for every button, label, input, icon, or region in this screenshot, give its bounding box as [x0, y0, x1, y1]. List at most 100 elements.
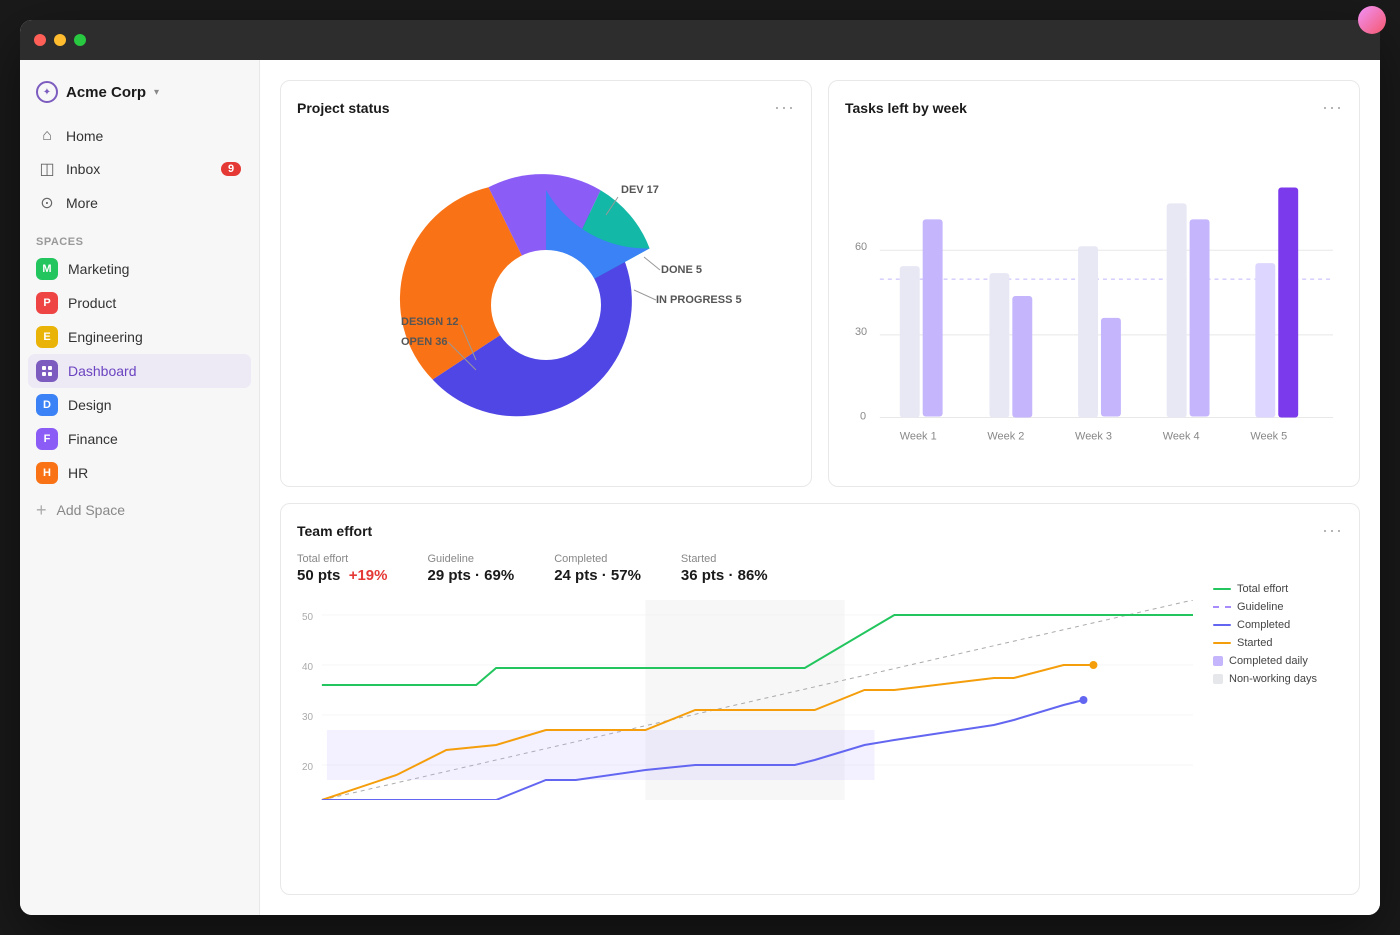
more-icon: ⊙ — [38, 193, 56, 213]
bar-w1-2 — [923, 219, 943, 416]
inbox-badge: 9 — [221, 162, 241, 176]
team-effort-card: Team effort ··· Total effort 50 pts +19% — [280, 503, 1360, 895]
spaces-label: Spaces — [36, 236, 243, 248]
sidebar-item-marketing[interactable]: M Marketing — [28, 252, 251, 286]
line-in-progress — [634, 290, 656, 300]
stat-started-value: 36 pts · 86% — [681, 567, 768, 584]
legend-total-effort: Total effort — [1213, 583, 1343, 595]
legend-completed-label: Completed — [1237, 619, 1290, 631]
engineering-avatar: E — [36, 326, 58, 348]
project-status-more-button[interactable]: ··· — [774, 97, 795, 118]
marketing-avatar: M — [36, 258, 58, 280]
stat-total-value: 50 pts +19% — [297, 567, 387, 584]
sidebar-item-inbox-label: Inbox — [66, 161, 100, 177]
spaces-section: Spaces — [20, 224, 259, 252]
label-design: DESIGN 12 — [401, 316, 458, 328]
y-label-30: 30 — [855, 326, 867, 338]
effort-chart-svg: 50 40 30 20 — [297, 600, 1193, 800]
stat-completed-value: 24 pts · 57% — [554, 567, 641, 584]
sidebar-header: Acme Corp ▾ — [20, 60, 259, 116]
label-done: DONE 5 — [661, 264, 702, 276]
dashboard-icon — [36, 360, 58, 382]
legend-guideline-line — [1213, 606, 1231, 608]
project-status-title: Project status — [297, 100, 390, 116]
legend-total-effort-line — [1213, 588, 1231, 590]
legend-started-label: Started — [1237, 637, 1272, 649]
bar-chart-container: 0 30 60 — [845, 130, 1343, 470]
x-label-w2: Week 2 — [987, 430, 1024, 442]
bar-w4-2 — [1190, 219, 1210, 416]
project-status-card: Project status ··· — [280, 80, 812, 487]
bar-w1-1 — [900, 266, 920, 417]
legend-non-working-box — [1213, 674, 1223, 684]
sidebar-item-product[interactable]: P Product — [28, 286, 251, 320]
team-effort-more-button[interactable]: ··· — [1322, 520, 1343, 541]
x-label-w5: Week 5 — [1250, 430, 1287, 442]
project-status-header: Project status ··· — [297, 97, 795, 118]
legend-completed-daily-label: Completed daily — [1229, 655, 1308, 667]
legend-started: Started — [1213, 637, 1343, 649]
charts-row: Project status ··· — [280, 80, 1360, 487]
product-avatar: P — [36, 292, 58, 314]
team-effort-main: Total effort 50 pts +19% Guideline 29 pt… — [297, 553, 1193, 800]
hr-label: HR — [68, 465, 88, 481]
legend-completed: Completed — [1213, 619, 1343, 631]
pie-chart-svg: OPEN 36 DESIGN 12 DEV 17 DONE 5 IN PROGR… — [316, 145, 776, 455]
engineering-label: Engineering — [68, 329, 143, 345]
sidebar-item-design[interactable]: D Design — [28, 388, 251, 422]
traffic-lights — [34, 34, 86, 46]
label-dev: DEV 17 — [621, 184, 659, 196]
add-space-button[interactable]: + Add Space — [28, 494, 251, 526]
stat-total-effort: Total effort 50 pts +19% — [297, 553, 387, 584]
plus-icon: + — [36, 501, 47, 519]
sidebar-item-hr[interactable]: H HR — [28, 456, 251, 490]
completed-daily-area — [327, 730, 875, 780]
stat-completed-label: Completed — [554, 553, 641, 565]
tasks-by-week-card: Tasks left by week ··· 0 30 60 — [828, 80, 1360, 487]
add-space-label: Add Space — [57, 502, 126, 518]
stat-guideline-value: 29 pts · 69% — [427, 567, 514, 584]
pie-chart-container: OPEN 36 DESIGN 12 DEV 17 DONE 5 IN PROGR… — [297, 130, 795, 470]
started-dot — [1089, 661, 1097, 669]
legend-non-working: Non-working days — [1213, 673, 1343, 685]
sidebar-item-dashboard[interactable]: Dashboard — [28, 354, 251, 388]
design-avatar: D — [36, 394, 58, 416]
close-button[interactable] — [34, 34, 46, 46]
finance-label: Finance — [68, 431, 118, 447]
bar-w5-1 — [1255, 263, 1275, 417]
bar-w3-1 — [1078, 246, 1098, 417]
stat-started-label: Started — [681, 553, 768, 565]
stat-guideline: Guideline 29 pts · 69% — [427, 553, 514, 584]
dashboard-label: Dashboard — [68, 363, 137, 379]
tasks-title: Tasks left by week — [845, 100, 967, 116]
x-label-w3: Week 3 — [1075, 430, 1112, 442]
y-label-0: 0 — [860, 411, 866, 423]
titlebar — [20, 20, 1380, 60]
bar-w4-1 — [1167, 203, 1187, 417]
x-label-w4: Week 4 — [1163, 430, 1200, 442]
bar-w3-2 — [1101, 318, 1121, 417]
sidebar-item-inbox[interactable]: ◫ Inbox 9 — [28, 152, 251, 186]
sidebar: Acme Corp ▾ ⌂ Home ◫ Inbox 9 ⊙ More — [20, 60, 260, 915]
effort-legend: Total effort Guideline Completed St — [1213, 553, 1343, 685]
tasks-more-button[interactable]: ··· — [1322, 97, 1343, 118]
bar-w2-2 — [1012, 296, 1032, 418]
legend-guideline: Guideline — [1213, 601, 1343, 613]
hr-avatar: H — [36, 462, 58, 484]
stat-completed: Completed 24 pts · 57% — [554, 553, 641, 584]
sidebar-item-engineering[interactable]: E Engineering — [28, 320, 251, 354]
legend-guideline-label: Guideline — [1237, 601, 1283, 613]
legend-started-line — [1213, 642, 1231, 644]
avatar[interactable] — [1358, 20, 1380, 34]
sidebar-item-home[interactable]: ⌂ Home — [28, 120, 251, 152]
bar-w5-2 — [1278, 187, 1298, 417]
sidebar-item-more[interactable]: ⊙ More — [28, 186, 251, 220]
minimize-button[interactable] — [54, 34, 66, 46]
completed-dot — [1080, 696, 1088, 704]
stat-total-label: Total effort — [297, 553, 387, 565]
sidebar-item-finance[interactable]: F Finance — [28, 422, 251, 456]
home-icon: ⌂ — [38, 127, 56, 145]
label-open: OPEN 36 — [401, 336, 447, 348]
team-effort-header: Team effort ··· — [297, 520, 1343, 541]
maximize-button[interactable] — [74, 34, 86, 46]
